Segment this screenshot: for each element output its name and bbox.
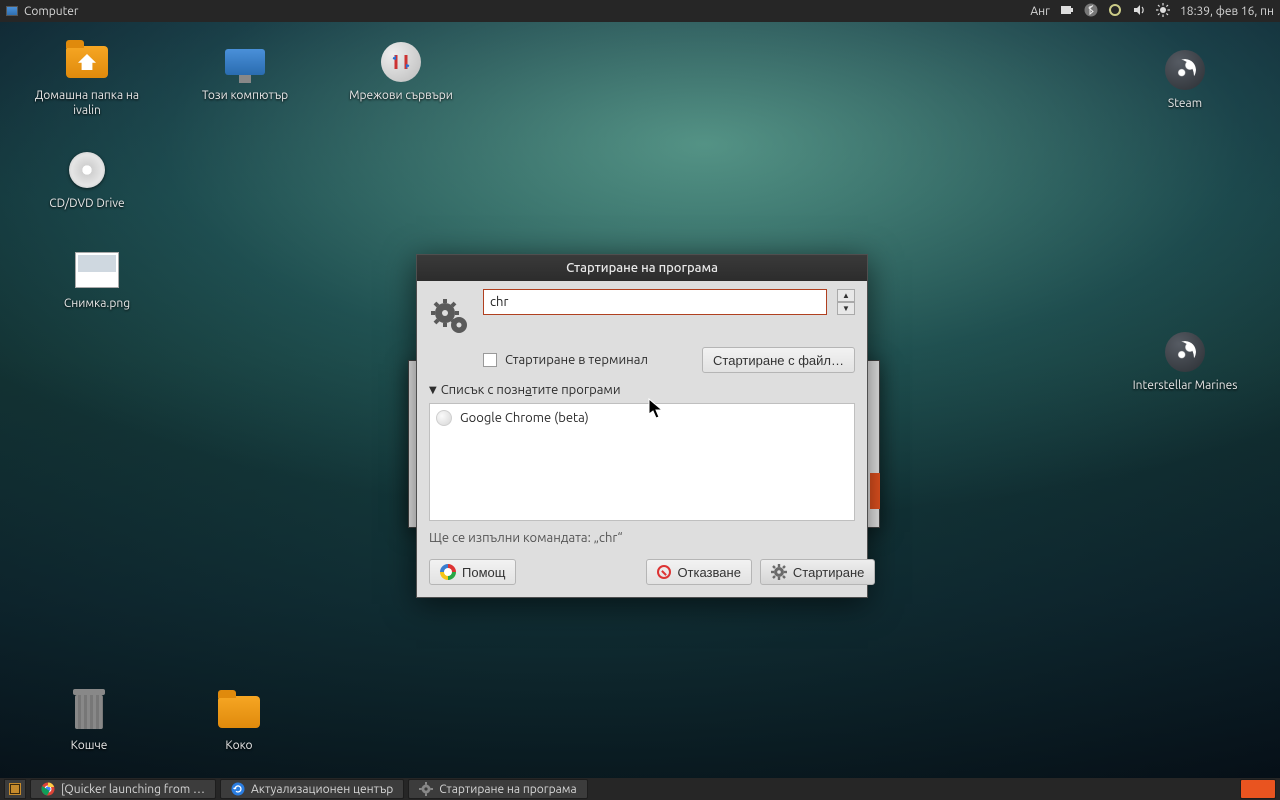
image-file-icon [75,252,119,288]
run-in-terminal-label: Стартиране в терминал [505,353,648,367]
gear-icon [419,782,433,796]
volume-icon[interactable] [1132,3,1146,20]
chrome-icon [436,410,452,426]
run-dialog-icon [429,295,473,339]
show-desktop-button[interactable] [4,779,26,799]
desktop-icon-computer[interactable]: Този компютър [180,40,310,103]
top-panel: Computer Анг 18:39, фев 16, пн [0,0,1280,22]
computer-menu-icon[interactable] [6,6,18,16]
disc-icon [69,152,105,188]
help-button[interactable]: Помощ [429,559,516,585]
run-in-terminal-checkbox[interactable] [483,353,497,367]
history-spinner[interactable]: ▲ ▼ [837,289,855,315]
taskbar-item-run[interactable]: Стартиране на програма [408,779,587,799]
monitor-icon [225,49,265,75]
steam-icon [1165,50,1205,90]
desktop-icon-interstellar[interactable]: Interstellar Marines [1120,330,1250,393]
computer-menu-label[interactable]: Computer [24,5,78,18]
bluetooth-icon[interactable] [1084,3,1098,20]
home-folder-icon [66,46,108,78]
help-icon [440,564,456,580]
dialog-title: Стартиране на програма [566,261,718,275]
dialog-titlebar[interactable]: Стартиране на програма [417,255,867,281]
desktop-icon-home[interactable]: Домашна папка на ivalin [22,40,152,118]
clock[interactable]: 18:39, фев 16, пн [1180,5,1274,18]
gear-icon [771,564,787,580]
command-input[interactable] [483,289,827,315]
folder-icon [218,696,260,728]
steam-icon [1165,332,1205,372]
network-icon[interactable] [1108,3,1122,20]
run-with-file-button[interactable]: Стартиране с файл… [702,347,855,373]
workspace-switcher[interactable] [1240,779,1276,799]
known-programs-expander[interactable]: ▼ Списък с познатите програми [429,383,855,397]
brightness-icon[interactable] [1156,3,1170,20]
desktop-icon-steam[interactable]: Steam [1120,48,1250,111]
taskbar-item-chrome[interactable]: [Quicker launching from … [30,779,216,799]
command-status: Ще се изпълни командата: „chr“ [429,531,855,545]
cancel-icon [657,565,671,579]
run-dialog: Стартиране на програма ▲ ▼ Стартиране [416,254,868,598]
launch-button[interactable]: Стартиране [760,559,875,585]
list-item-label: Google Chrome (beta) [460,411,589,425]
taskbar-item-updater[interactable]: Актуализационен център [220,779,404,799]
battery-icon[interactable] [1060,3,1074,20]
spinner-up[interactable]: ▲ [837,289,855,302]
trash-icon [75,695,103,729]
spinner-down[interactable]: ▼ [837,302,855,315]
desktop-icon-trash[interactable]: Кошче [24,690,154,753]
desktop-icon-folder-koko[interactable]: Коко [174,690,304,753]
bottom-panel: [Quicker launching from … Актуализационе… [0,778,1280,800]
network-servers-icon [381,42,421,82]
desktop-icon-network[interactable]: Мрежови сървъри [336,40,466,103]
known-programs-list[interactable]: Google Chrome (beta) [429,403,855,521]
update-icon [231,782,245,796]
triangle-down-icon: ▼ [429,384,437,396]
desktop-icon-cd[interactable]: CD/DVD Drive [22,148,152,211]
desktop-icon-screenshot[interactable]: Снимка.png [32,248,162,311]
cancel-button[interactable]: Отказване [646,559,751,585]
list-item[interactable]: Google Chrome (beta) [436,408,848,428]
chrome-icon [41,782,55,796]
keyboard-layout-indicator[interactable]: Анг [1030,5,1050,18]
